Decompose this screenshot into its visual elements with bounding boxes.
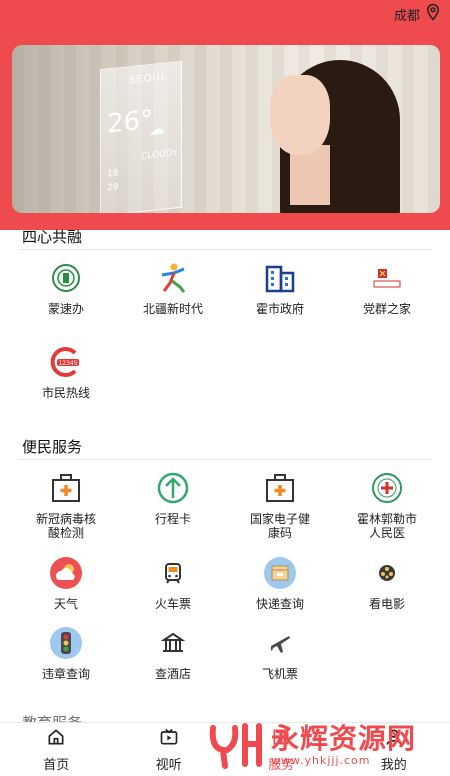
film-icon — [369, 555, 405, 591]
hotel-icon — [155, 625, 191, 661]
watermark-text: 永辉资源网 — [271, 723, 416, 755]
service-item-dangqun[interactable]: 党群之家 — [337, 260, 437, 316]
service-label: 党群之家 — [352, 302, 422, 316]
service-label: 新冠病毒核酸检测 — [31, 512, 101, 540]
banner-carousel[interactable]: SEOUL 26° ☁ 18 29 CLOUDY — [12, 45, 440, 213]
service-label: 违章查询 — [31, 667, 101, 681]
city-selector[interactable]: 成都 — [394, 2, 442, 26]
watermark-logo-icon — [205, 720, 265, 770]
service-label: 国家电子健康码 — [245, 512, 315, 540]
service-item-health-code[interactable]: 国家电子健康码 — [230, 470, 330, 540]
service-item-hospital[interactable]: 霍林郭勒市人民医 — [337, 470, 437, 540]
traffic-light-icon — [48, 625, 84, 661]
weather-card-graphic: SEOUL 26° ☁ 18 29 CLOUDY — [100, 61, 182, 213]
svg-text:12345: 12345 — [58, 360, 77, 367]
service-item-hotline[interactable]: 12345 市民热线 — [16, 344, 116, 400]
section-title-bianmin: 便民服务 — [22, 436, 82, 457]
weather-condition: CLOUDY — [141, 148, 178, 162]
plane-icon — [262, 625, 298, 661]
weather-temp: 26° — [107, 105, 153, 140]
service-label: 火车票 — [138, 597, 208, 611]
divider — [18, 249, 432, 250]
divider — [18, 459, 432, 460]
building-icon — [262, 260, 298, 296]
service-label: 飞机票 — [245, 667, 315, 681]
cloud-icon: ☁ — [149, 118, 165, 139]
service-item-express[interactable]: 快递查询 — [230, 555, 330, 611]
package-icon — [262, 555, 298, 591]
hospital-icon — [369, 470, 405, 506]
service-item-beijiang[interactable]: 北疆新时代 — [123, 260, 223, 316]
service-label: 蒙速办 — [31, 302, 101, 316]
party-icon — [369, 260, 405, 296]
service-item-trip-card[interactable]: 行程卡 — [123, 470, 223, 526]
hotline-icon: 12345 — [48, 344, 84, 380]
weather-city: SEOUL — [129, 71, 167, 86]
service-label: 看电影 — [352, 597, 422, 611]
location-pin-icon — [424, 2, 442, 26]
figure-icon — [155, 260, 191, 296]
service-item-train[interactable]: 火车票 — [123, 555, 223, 611]
watermark-url: www.yhkjjj.com — [271, 755, 416, 767]
home-icon — [46, 727, 66, 754]
service-item-nucleic-test[interactable]: 新冠病毒核酸检测 — [16, 470, 116, 540]
service-label: 北疆新时代 — [138, 302, 208, 316]
medical-kit-icon — [48, 470, 84, 506]
section-title-sixin: 四心共融 — [22, 226, 82, 247]
service-item-flight[interactable]: 飞机票 — [230, 625, 330, 681]
tv-icon — [159, 727, 179, 754]
service-label: 霍市政府 — [245, 302, 315, 316]
service-item-weather[interactable]: 天气 — [16, 555, 116, 611]
nav-label: 视听 — [156, 754, 182, 773]
train-icon — [155, 555, 191, 591]
service-item-violation[interactable]: 违章查询 — [16, 625, 116, 681]
service-label: 天气 — [31, 597, 101, 611]
service-item-hotel[interactable]: 查酒店 — [123, 625, 223, 681]
arrow-up-circle-icon — [155, 470, 191, 506]
weather-high: 29 — [107, 182, 118, 193]
service-label: 霍林郭勒市人民医 — [352, 512, 422, 540]
service-label: 市民热线 — [31, 386, 101, 400]
emblem-icon — [48, 260, 84, 296]
service-item-movie[interactable]: 看电影 — [337, 555, 437, 611]
banner-person-image — [240, 55, 400, 213]
medical-kit-icon — [262, 470, 298, 506]
service-item-government[interactable]: 霍市政府 — [230, 260, 330, 316]
service-label: 行程卡 — [138, 512, 208, 526]
service-label: 查酒店 — [138, 667, 208, 681]
nav-label: 首页 — [43, 754, 69, 773]
service-item-mengsuban[interactable]: 蒙速办 — [16, 260, 116, 316]
weather-icon — [48, 555, 84, 591]
watermark: 永辉资源网 www.yhkjjj.com — [205, 715, 445, 775]
service-label: 快递查询 — [245, 597, 315, 611]
nav-home[interactable]: 首页 — [0, 723, 113, 776]
city-label: 成都 — [394, 5, 420, 24]
weather-low: 18 — [107, 168, 118, 179]
